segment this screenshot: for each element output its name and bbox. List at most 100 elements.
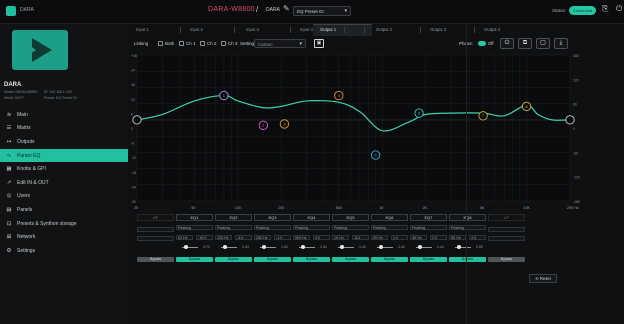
sidebar-item-users[interactable]: ◎ Users <box>0 190 128 204</box>
bypass-button[interactable]: Bypass <box>293 257 330 262</box>
gain-value: 4.0 <box>315 236 320 240</box>
bypass-button[interactable]: Bypass <box>137 257 174 262</box>
band-header-eq1[interactable]: EQ1 <box>176 214 213 221</box>
freq-value: 500 Hz <box>295 236 307 240</box>
nav-icon: ↗ <box>6 179 12 186</box>
tab-output-4[interactable]: Output 4 <box>484 27 500 32</box>
x-tick-label: 50 <box>191 206 195 210</box>
link-ch1-checkbox[interactable] <box>179 41 184 46</box>
band-header-eq3[interactable]: EQ3 <box>254 214 291 221</box>
save-icon[interactable]: ▣ <box>314 39 324 48</box>
edit-icon[interactable]: ✎ <box>283 4 290 13</box>
tab-separator <box>420 27 421 33</box>
nav-icon: ↦ <box>6 138 12 145</box>
phase-tick-label: -180 <box>573 200 580 204</box>
sidebar-item-main[interactable]: ≋ Main <box>0 108 128 122</box>
filter-type-field[interactable] <box>137 227 174 232</box>
filter-type-field[interactable] <box>488 227 525 232</box>
filter-freq-field[interactable] <box>488 236 525 241</box>
tab-input-4[interactable]: Input 4 <box>300 27 313 32</box>
q-slider-knob[interactable] <box>457 245 461 249</box>
sidebar-item-presets-synthon-storage[interactable]: ⊡ Presets & Synthon storage <box>0 217 128 231</box>
status-label: Status: <box>552 8 567 13</box>
link-ch2-checkbox[interactable] <box>200 41 205 46</box>
phase-tick-label: 180 <box>573 54 579 58</box>
gain-value: 4.5 <box>471 236 476 240</box>
link-ch3-checkbox[interactable] <box>221 41 226 46</box>
band-header-lp[interactable]: LP <box>488 214 525 221</box>
tab-input-3[interactable]: Input 3 <box>246 27 259 32</box>
sidebar-item-label: Outputs <box>17 138 35 145</box>
main-panel: Input 1 Input 2 Input 3 Input 4 Output 1 Outp… <box>128 24 624 324</box>
x-tick-label: 200 <box>278 206 284 210</box>
q-slider-knob[interactable] <box>301 245 305 249</box>
band-header-eq6[interactable]: EQ6 <box>371 214 408 221</box>
q-slider-knob[interactable] <box>418 245 422 249</box>
q-slider-knob[interactable] <box>184 245 188 249</box>
sidebar-item-label: Users <box>17 193 31 200</box>
settings-select[interactable]: Custom ▾ <box>254 39 306 48</box>
bypass-button[interactable]: Bypass <box>410 257 447 262</box>
sidebar-item-network[interactable]: ⊞ Network <box>0 230 128 244</box>
eq-graph[interactable]: +1824181260-6-12-18-24-30180120600-60-12… <box>128 51 588 214</box>
y-tick-label: -6 <box>131 142 134 146</box>
band-header-eq8[interactable]: EQ8 <box>449 214 486 221</box>
share-icon[interactable]: ⎘ <box>602 4 608 14</box>
bypass-button[interactable]: Bypass <box>488 257 525 262</box>
bypass-button[interactable]: Bypass <box>176 257 213 262</box>
phase-tick-label: -120 <box>573 176 580 180</box>
sidebar-item-matrix[interactable]: ☰ Matrix <box>0 122 128 136</box>
phase-toggle[interactable] <box>478 41 486 46</box>
tab-separator <box>364 27 365 33</box>
linking-label: Linking <box>134 41 149 46</box>
band-header-eq7[interactable]: EQ7 <box>410 214 447 221</box>
export-button[interactable]: ⤓ <box>554 38 568 49</box>
sidebar-item-label: Presets & Synthon storage <box>17 220 77 227</box>
sidebar-item-knobs-gpi[interactable]: ▦ Knobs & GPI <box>0 162 128 176</box>
q-slider-knob[interactable] <box>340 245 344 249</box>
sidebar-item-label: Panels <box>17 206 33 213</box>
bypass-button[interactable]: Bypass <box>332 257 369 262</box>
nav-icon: ⚙ <box>6 247 12 254</box>
q-slider-knob[interactable] <box>379 245 383 249</box>
bypass-button[interactable]: Bypass <box>371 257 408 262</box>
link-both-checkbox[interactable] <box>158 41 163 46</box>
sidebar-item-settings[interactable]: ⚙ Settings <box>0 244 128 258</box>
top-bar: DARA DARA-W8800 / DARA ✎ EQ Preset Gr ▾ S… <box>0 0 624 24</box>
filter-freq-field[interactable] <box>137 236 174 241</box>
tab-input-2[interactable]: Input 2 <box>190 27 203 32</box>
x-tick-label: 10K <box>524 206 531 210</box>
sidebar: DARA Model: DARA-W8800 IP: 192.168.1.100… <box>0 24 128 324</box>
tab-output-1[interactable]: Output 1 <box>320 27 336 32</box>
power-icon[interactable]: ⏻ <box>616 4 622 14</box>
nav-icon: ◎ <box>6 193 12 200</box>
sidebar-item-label: Knobs & GPI <box>17 166 46 173</box>
x-tick-label: 20 <box>134 206 138 210</box>
y-tick-label: 24 <box>131 69 135 73</box>
copy-button[interactable]: ⧉ <box>518 38 532 49</box>
bypass-button[interactable]: Bypass <box>215 257 252 262</box>
bypass-button[interactable]: Bypass <box>449 257 486 262</box>
tab-output-2[interactable]: Output 2 <box>376 27 392 32</box>
q-value: 1.41 <box>437 245 444 249</box>
q-slider-knob[interactable] <box>223 245 227 249</box>
bypass-button[interactable]: Bypass <box>254 257 291 262</box>
power-button[interactable]: ⏻ <box>500 38 514 49</box>
band-header-eq4[interactable]: EQ4 <box>293 214 330 221</box>
band-header-eq5[interactable]: EQ5 <box>332 214 369 221</box>
sidebar-item-param-eq[interactable]: ∿ Param EQ <box>0 148 128 163</box>
sidebar-item-panels[interactable]: ▤ Panels <box>0 203 128 217</box>
device-meta: Model: DARA-W8800 <box>4 90 38 94</box>
paste-button[interactable]: ▢ <box>536 38 550 49</box>
reset-button[interactable]: ⟲ Reset <box>529 274 557 283</box>
tab-input-1[interactable]: Input 1 <box>136 27 149 32</box>
band-header-eq2[interactable]: EQ2 <box>215 214 252 221</box>
nav-icon: ▤ <box>6 206 12 213</box>
band-header-hp[interactable]: HP <box>137 214 174 221</box>
tab-output-3[interactable]: Output 3 <box>430 27 446 32</box>
y-tick-label: 18 <box>131 83 135 87</box>
sidebar-item-outputs[interactable]: ↦ Outputs <box>0 135 128 149</box>
preset-select[interactable]: EQ Preset Gr ▾ <box>293 6 351 16</box>
q-slider-knob[interactable] <box>262 245 266 249</box>
sidebar-item-edit-in-out[interactable]: ↗ Edit IN & OUT <box>0 176 128 190</box>
